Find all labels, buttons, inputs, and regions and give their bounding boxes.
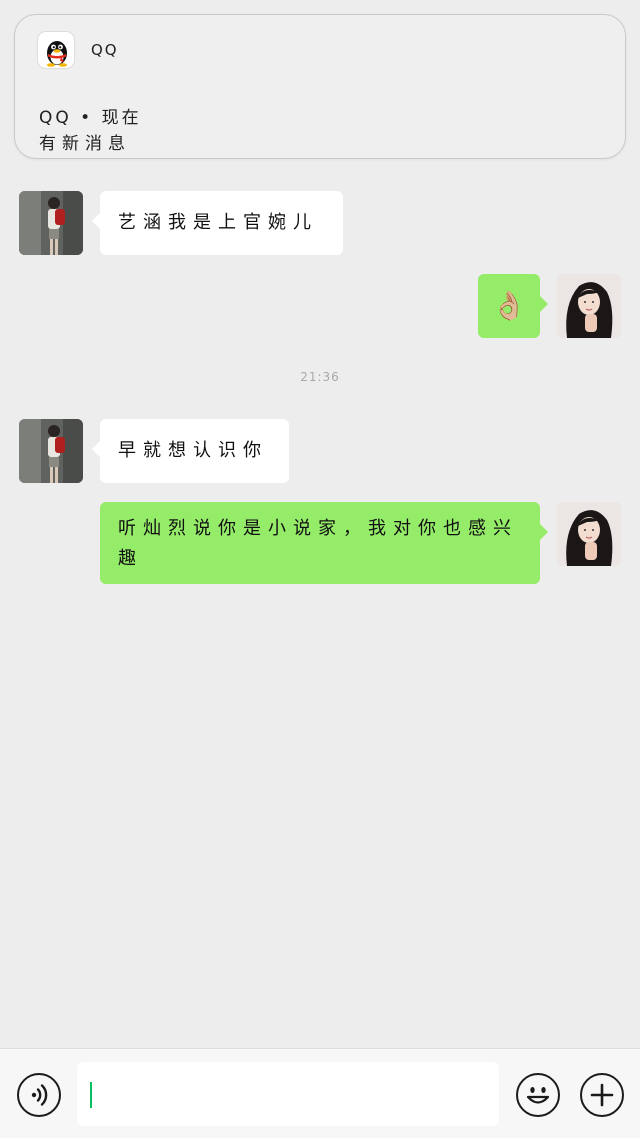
voice-input-button[interactable] [17,1073,61,1117]
contact-avatar[interactable] [19,191,83,255]
smiley-icon [526,1087,550,1104]
message-text: 艺涵我是上官婉儿 [118,212,318,233]
my-avatar[interactable] [557,274,621,338]
emoji-button[interactable] [516,1073,560,1117]
qq-penguin-icon [37,31,75,69]
notification-app-name: QQ [91,41,119,59]
plus-icon [590,1083,614,1107]
message-input-cursor-layer [77,1062,499,1126]
message-text: 听灿烈说你是小说家，我对你也感兴趣 [118,518,518,569]
message-bubble-outgoing[interactable]: 👌🏼 [478,274,548,338]
contact-avatar[interactable] [19,419,83,483]
notification-app-row: QQ [37,31,119,69]
text-cursor [90,1082,92,1108]
message-text: 早就想认识你 [118,440,268,461]
message-bubble-incoming[interactable]: 早就想认识你 [92,419,289,483]
message-bubble-outgoing[interactable]: 听灿烈说你是小说家，我对你也感兴趣 [100,502,548,584]
my-avatar[interactable] [557,502,621,566]
chat-input-bar [0,1048,640,1138]
notification-sender-line: QQ • 现在 [39,108,142,128]
ok-hand-emoji: 👌🏼 [491,289,527,322]
notification-message-preview: 有新消息 [39,134,131,154]
more-options-button[interactable] [580,1073,624,1117]
chat-timestamp: 21:36 [300,370,340,384]
qq-notification-banner[interactable]: QQ QQ • 现在 有新消息 [14,14,626,159]
voice-icon [31,1084,48,1106]
message-bubble-incoming[interactable]: 艺涵我是上官婉儿 [92,191,343,255]
